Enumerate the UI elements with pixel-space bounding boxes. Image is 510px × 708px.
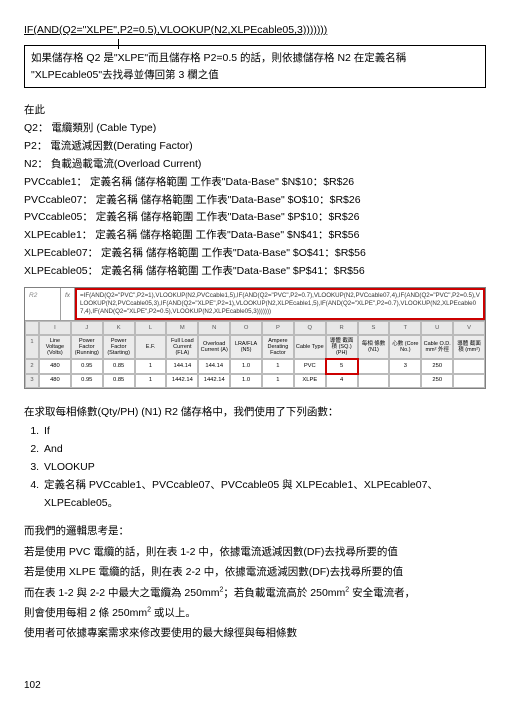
cell: O: [230, 321, 262, 335]
body-p2: 若是使用 PVC 電纜的話，則在表 1-2 中，依據電流遞減因數(DF)去找尋所…: [24, 543, 486, 561]
def-intro: 在此: [24, 102, 486, 120]
cell: M: [166, 321, 198, 335]
cell: 250: [421, 359, 453, 373]
def-xlpe05: XLPEcable05： 定義名稱 儲存格範圍 工作表"Data-Base" $…: [24, 263, 486, 281]
cell: 1.0: [230, 359, 262, 373]
cell: 144.14: [198, 359, 230, 373]
def-xlpe07: XLPEcable07： 定義名稱 儲存格範圍 工作表"Data-Base" $…: [24, 245, 486, 263]
def-n2: N2： 負載過載電流(Overload Current): [24, 156, 486, 174]
cell: [389, 374, 421, 388]
cell: 0.95: [71, 359, 103, 373]
cell: T: [389, 321, 421, 335]
body-p3: 若是使用 XLPE 電纜的話，則在表 2-2 中，依據電流遞減因數(DF)去找尋…: [24, 563, 486, 581]
cell: 1: [262, 359, 294, 373]
callout-box: 如果儲存格 Q2 是"XLPE"而且儲存格 P2=0.5 的話，則依據儲存格 N…: [24, 45, 486, 89]
callout-connector: [118, 39, 119, 49]
cell: 1442.14: [166, 374, 198, 388]
cell: 5: [326, 359, 358, 373]
cell: K: [103, 321, 135, 335]
cell: E.F.: [135, 335, 167, 359]
cell: Full Load Current (FLA): [166, 335, 198, 359]
cell: PVC: [294, 359, 326, 373]
cell: 1442.14: [198, 374, 230, 388]
cell: 480: [39, 374, 71, 388]
cell: [358, 359, 390, 373]
spreadsheet-screenshot: R2 fx =IF(AND(Q2="PVC",P2=1),VLOOKUP(N2,…: [24, 287, 486, 389]
cell: Line Voltage (Volts): [39, 335, 71, 359]
def-q2: Q2： 電纜類別 (Cable Type): [24, 120, 486, 138]
cell: 1: [135, 359, 167, 373]
cell: R: [326, 321, 358, 335]
list-item: 定義名稱 PVCcable1、PVCcable07、PVCcable05 與 X…: [42, 477, 486, 513]
after-sheet-text: 在求取每相條數(Qty/PH) (N1) R2 儲存格中，我們使用了下列函數：: [24, 403, 486, 421]
cell: 0.85: [103, 359, 135, 373]
cell: Cable Type: [294, 335, 326, 359]
cell: 1: [135, 374, 167, 388]
cell: 2: [25, 359, 39, 373]
body-p1: 而我們的邏輯思考是：: [24, 522, 486, 540]
cell: [25, 321, 39, 335]
cell: U: [421, 321, 453, 335]
cell: 心數 (Core No.): [389, 335, 421, 359]
formula-line: IF(AND(Q2="XLPE",P2=0.5),VLOOKUP(N2,XLPE…: [24, 22, 486, 39]
name-box: R2: [25, 288, 61, 320]
cell: 0.95: [71, 374, 103, 388]
def-xlpe1: XLPEcable1： 定義名稱 儲存格範圍 工作表"Data-Base" $N…: [24, 227, 486, 245]
def-pvc07: PVCcable07： 定義名稱 儲存格範圍 工作表"Data-Base" $O…: [24, 192, 486, 210]
body-p4: 而在表 1-2 與 2-2 中最大之電纜為 250mm2；若負載電流高於 250…: [24, 584, 486, 602]
definitions-block: 在此 Q2： 電纜類別 (Cable Type) P2： 電流遞減因數(Dera…: [24, 102, 486, 280]
formula-bar-content: =IF(AND(Q2="PVC",P2=1),VLOOKUP(N2,PVCcab…: [75, 288, 485, 320]
cell: XLPE: [294, 374, 326, 388]
list-item: VLOOKUP: [42, 459, 486, 477]
fx-icon: fx: [61, 288, 75, 320]
cell: 1: [25, 335, 39, 359]
cell: 3: [389, 359, 421, 373]
list-item: If: [42, 423, 486, 441]
cell: 4: [326, 374, 358, 388]
cell: S: [358, 321, 390, 335]
cell: L: [135, 321, 167, 335]
cell: Overload Current (A): [198, 335, 230, 359]
cell: 每相 條數 (N1): [358, 335, 390, 359]
formula-bar: R2 fx =IF(AND(Q2="PVC",P2=1),VLOOKUP(N2,…: [25, 288, 485, 321]
spreadsheet-grid: IJKLMNOPQRSTUV1Line Voltage (Volts)Power…: [25, 321, 485, 388]
cell: 480: [39, 359, 71, 373]
function-list: If And VLOOKUP 定義名稱 PVCcable1、PVCcable07…: [38, 423, 486, 512]
cell: Power Factor (Running): [71, 335, 103, 359]
def-pvc1: PVCcable1： 定義名稱 儲存格範圍 工作表"Data-Base" $N$…: [24, 174, 486, 192]
cell: Ampere Derating Factor: [262, 335, 294, 359]
cell: V: [453, 321, 485, 335]
body-p6: 使用者可依據專案需求來修改要使用的最大線徑與每相條數: [24, 624, 486, 642]
cell: 3: [25, 374, 39, 388]
def-pvc05: PVCcable05： 定義名稱 儲存格範圍 工作表"Data-Base" $P…: [24, 209, 486, 227]
cell: 導體 截面積 (mm²): [453, 335, 485, 359]
cell: 1.0: [230, 374, 262, 388]
cell: P: [262, 321, 294, 335]
callout-container: 如果儲存格 Q2 是"XLPE"而且儲存格 P2=0.5 的話，則依據儲存格 N…: [24, 45, 486, 89]
cell: 1: [262, 374, 294, 388]
cell: Q: [294, 321, 326, 335]
cell: [453, 359, 485, 373]
cell: 144.14: [166, 359, 198, 373]
def-p2: P2： 電流遞減因數(Derating Factor): [24, 138, 486, 156]
cell: 導體 截面積 (SQ.)(PH): [326, 335, 358, 359]
cell: LRA/FLA (N5): [230, 335, 262, 359]
cell: Cable O.D. mm² 外徑: [421, 335, 453, 359]
cell: 0.85: [103, 374, 135, 388]
cell: N: [198, 321, 230, 335]
cell: [453, 374, 485, 388]
cell: J: [71, 321, 103, 335]
list-item: And: [42, 441, 486, 459]
page-number: 102: [24, 678, 41, 694]
cell: I: [39, 321, 71, 335]
cell: [358, 374, 390, 388]
cell: 250: [421, 374, 453, 388]
cell: Power Factor (Starting): [103, 335, 135, 359]
body-p5: 則會使用每相 2 條 250mm2 或以上。: [24, 604, 486, 622]
